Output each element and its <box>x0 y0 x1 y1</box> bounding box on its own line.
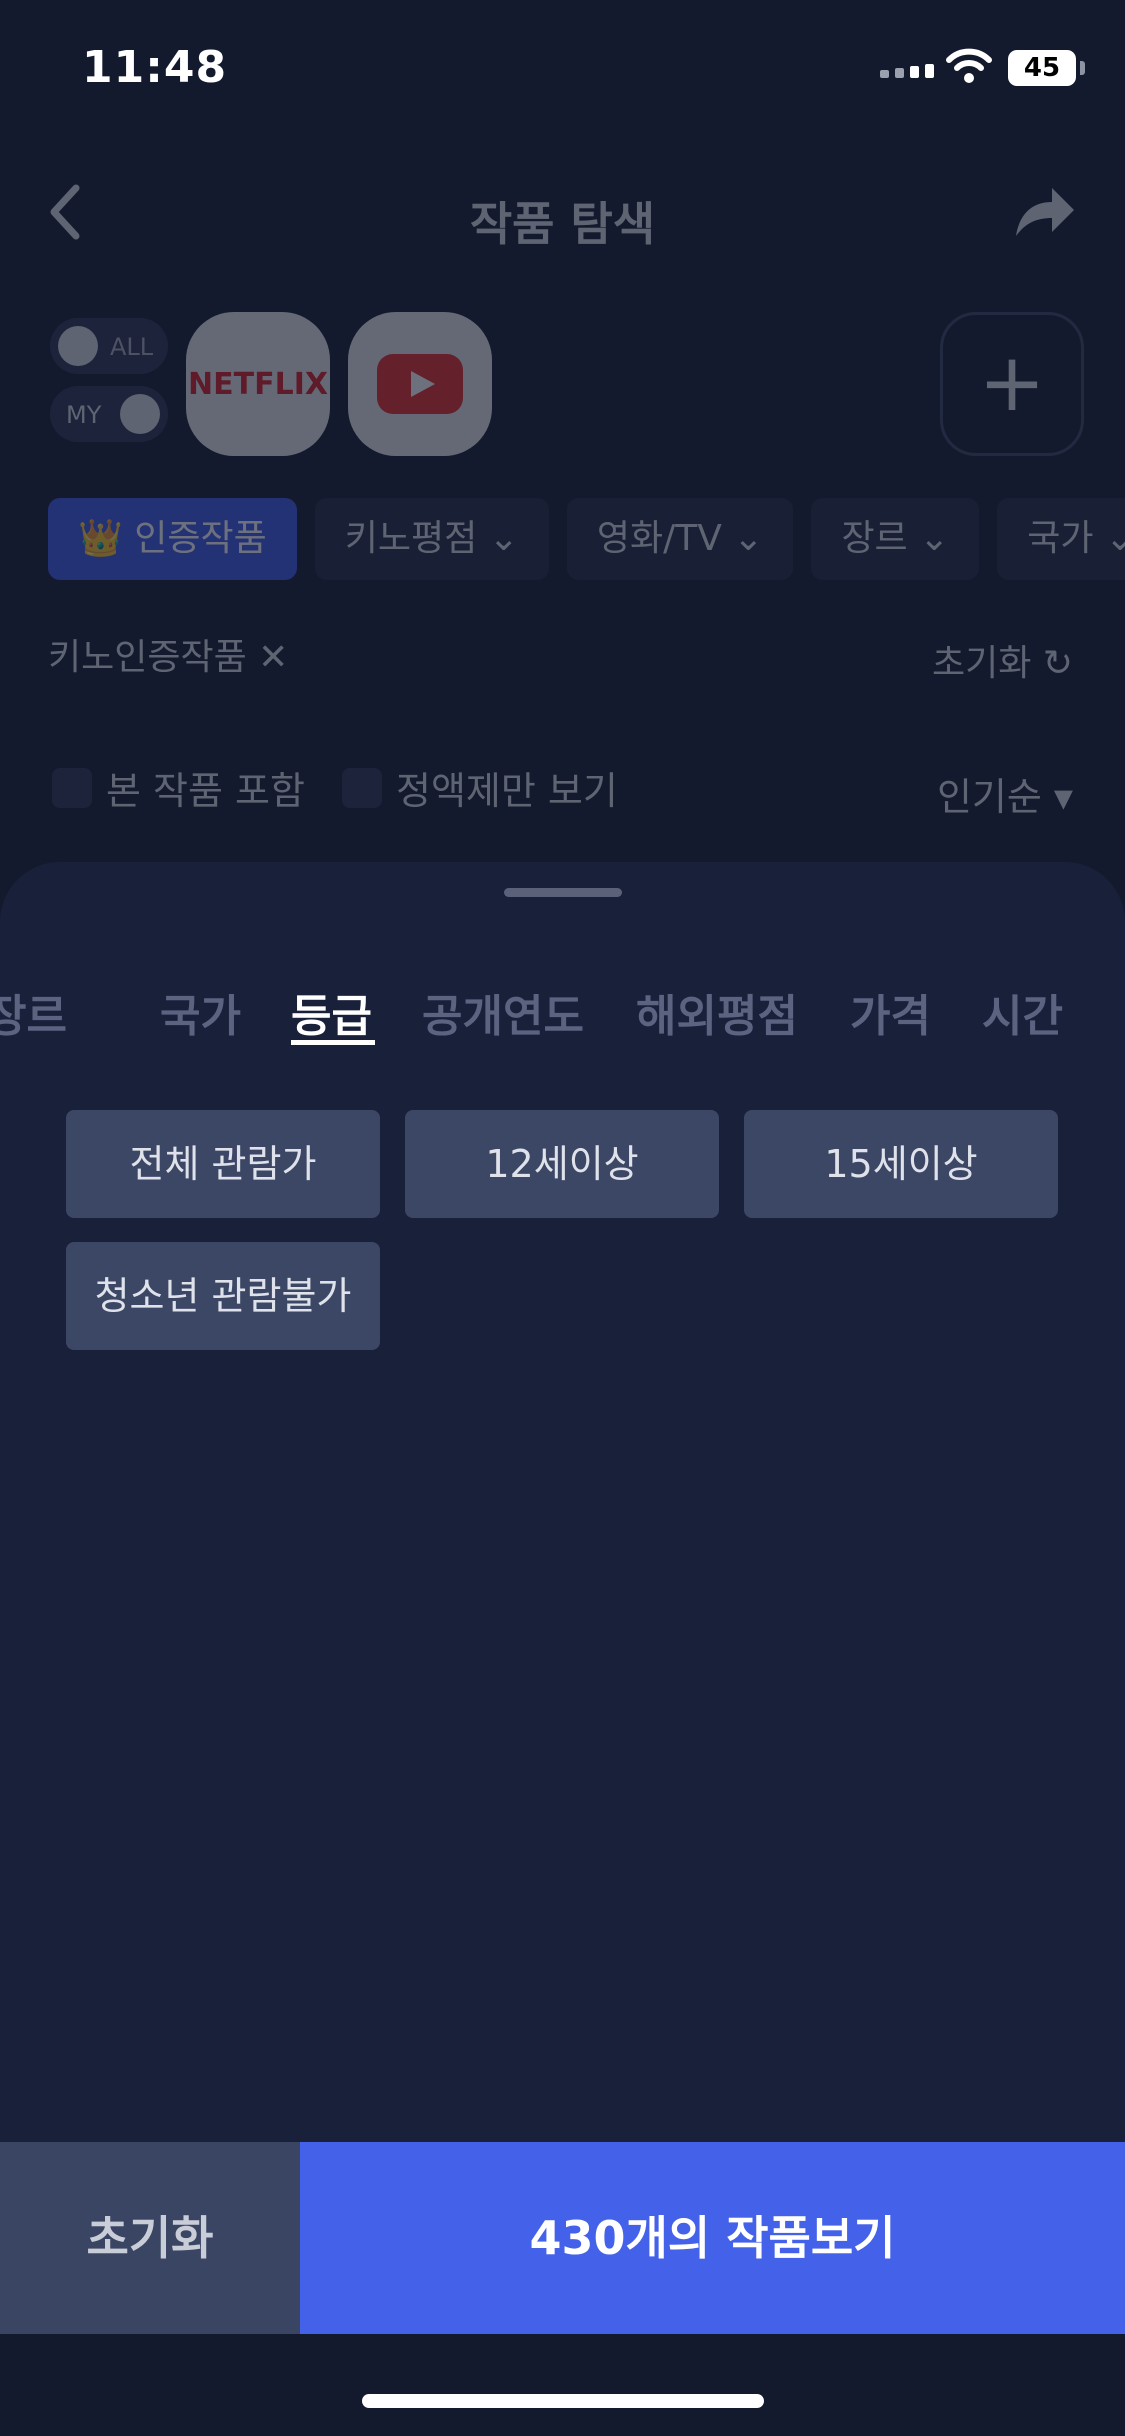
share-icon[interactable] <box>1012 184 1076 244</box>
include-seen-label: 본 작품 포함 <box>106 769 305 813</box>
filter-tabs: 장르 국가 등급 공개연도 해외평점 가격 시간 <box>0 980 1125 1060</box>
all-toggle[interactable]: ALL <box>50 318 168 374</box>
tab-runtime[interactable]: 시간 <box>982 980 1063 1044</box>
flat-only-label: 정액제만 보기 <box>396 769 618 813</box>
filter-bottom-sheet: 장르 국가 등급 공개연도 해외평점 가격 시간 전체 관람가 12세이상 15… <box>0 862 1125 2142</box>
youtube-logo-button[interactable] <box>348 312 492 456</box>
tab-overseas-score[interactable]: 해외평점 <box>636 980 798 1044</box>
flat-only-option[interactable]: 정액제만 보기 <box>342 760 618 815</box>
active-tab-indicator <box>291 1040 375 1045</box>
all-toggle-label: ALL <box>110 333 154 361</box>
my-toggle[interactable]: MY <box>50 386 168 442</box>
chip-country[interactable]: 국가 ⌄ <box>997 498 1125 580</box>
chip-kino-rating[interactable]: 키노평점 ⌄ <box>314 498 549 580</box>
ownership-toggles: ALL MY <box>50 318 168 454</box>
grade-adults-only[interactable]: 청소년 관람불가 <box>66 1242 380 1350</box>
grade-12-plus[interactable]: 12세이상 <box>405 1110 719 1218</box>
background-page: 작품 탐색 ALL MY NETFLIX + 👑 인증작품 키노평점 ⌄ 영화/… <box>0 0 1125 900</box>
netflix-logo: NETFLIX <box>188 366 328 402</box>
tab-genre[interactable]: 장르 <box>0 980 67 1044</box>
screen: 11:48 45 작품 탐색 ALL MY NETFLIX + 👑 인증작품 키… <box>0 0 1125 2436</box>
grade-all-ages[interactable]: 전체 관람가 <box>66 1110 380 1218</box>
tab-country[interactable]: 국가 <box>160 980 241 1044</box>
page-title: 작품 탐색 <box>469 197 656 251</box>
filter-chip-row: 👑 인증작품 키노평점 ⌄ 영화/TV ⌄ 장르 ⌄ 국가 ⌄ <box>48 498 1125 580</box>
netflix-logo-button[interactable]: NETFLIX <box>186 312 330 456</box>
include-seen-option[interactable]: 본 작품 포함 <box>52 760 305 815</box>
applied-filter-tag[interactable]: 키노인증작품 ✕ <box>48 628 288 680</box>
toggle-knob <box>58 326 98 366</box>
view-results-button[interactable]: 430개의 작품보기 <box>300 2142 1125 2334</box>
tab-rating[interactable]: 등급 <box>291 980 372 1044</box>
chip-certified[interactable]: 👑 인증작품 <box>48 498 297 580</box>
tab-price[interactable]: 가격 <box>850 980 931 1044</box>
youtube-icon <box>377 354 463 414</box>
checkbox <box>342 767 382 808</box>
chip-movie-tv[interactable]: 영화/TV ⌄ <box>566 498 794 580</box>
reset-button[interactable]: 초기화 <box>0 2142 300 2334</box>
grade-15-plus[interactable]: 15세이상 <box>744 1110 1058 1218</box>
checkbox <box>52 767 92 808</box>
chip-genre[interactable]: 장르 ⌄ <box>811 498 980 580</box>
sheet-drag-handle[interactable] <box>504 888 622 897</box>
tab-release-year[interactable]: 공개연도 <box>422 980 584 1044</box>
my-toggle-label: MY <box>66 401 102 429</box>
add-ott-button[interactable]: + <box>940 312 1084 456</box>
home-indicator <box>362 2394 764 2408</box>
sheet-action-bar: 초기화 430개의 작품보기 <box>0 2142 1125 2334</box>
sort-dropdown[interactable]: 인기순 ▾ <box>937 766 1073 821</box>
toggle-knob <box>120 394 160 434</box>
reset-filters-link[interactable]: 초기화 ↻ <box>932 634 1073 686</box>
